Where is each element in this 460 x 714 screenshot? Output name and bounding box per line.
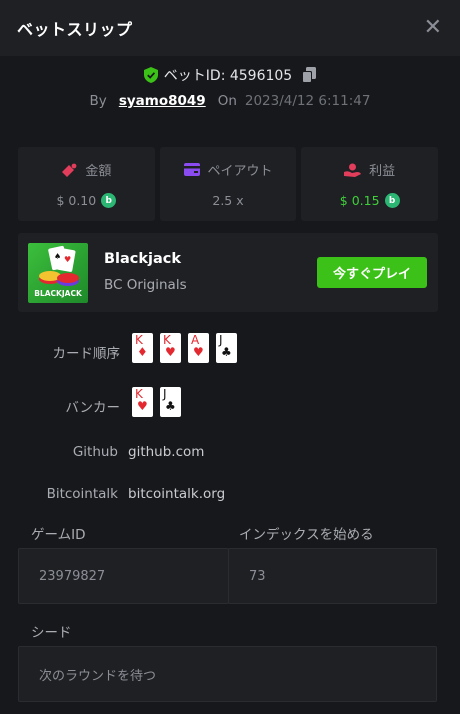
thumbnail-text: BLACKJACK (34, 289, 82, 298)
game-name[interactable]: Blackjack (104, 251, 181, 267)
modal-title: ベットスリップ (17, 20, 133, 39)
stat-amount-value: $ 0.10 (56, 193, 97, 208)
card-suit-icon: ♥ (193, 345, 204, 359)
playing-card: K ♥ (160, 333, 181, 363)
card-suit-icon: ♣ (221, 345, 232, 359)
card-suit-icon: ♥ (137, 399, 148, 413)
github-link[interactable]: github.com (128, 444, 204, 460)
verified-shield-icon (143, 67, 158, 83)
currency-coin-icon: b (384, 193, 400, 208)
stat-amount-value-row: $ 0.10 b (56, 193, 117, 208)
modal-header: ベットスリップ ✕ (0, 0, 460, 56)
bet-stats: 金額 $ 0.10 b ペイアウト 2.5 x 利益 $ 0.15 b (18, 147, 439, 221)
playing-card: J ♣ (216, 333, 237, 363)
username-link[interactable]: syamo8049 (119, 93, 206, 109)
stat-payout-value-row: 2.5 x (212, 193, 243, 208)
card-order-label: カード順序 (52, 346, 121, 362)
bitcointalk-link[interactable]: bitcointalk.org (128, 486, 225, 502)
seed-label: シード (31, 625, 72, 641)
stat-amount: 金額 $ 0.10 b (18, 147, 155, 221)
playing-card: K ♦ (132, 333, 153, 363)
stat-payout-label-row: ペイアウト (183, 160, 273, 179)
play-now-button[interactable]: 今すぐプレイ (317, 257, 427, 288)
bet-id-text: ベットID: 4596105 (163, 68, 293, 84)
close-icon[interactable]: ✕ (424, 17, 442, 39)
game-card: ♠ ♥ BLACKJACK Blackjack BC Originals 今すぐ… (18, 233, 438, 312)
stat-payout-value: 2.5 x (212, 193, 244, 208)
playing-card: A ♥ (188, 333, 209, 363)
game-id-label: ゲームID (31, 527, 86, 543)
stat-profit-value-row: $ 0.15 b (340, 193, 400, 208)
banker-cards: K ♥ J ♣ (132, 387, 181, 417)
game-provider: BC Originals (104, 277, 187, 293)
card-suit-icon: ♦ (137, 345, 148, 359)
card-suit-icon: ♥ (165, 345, 176, 359)
stat-profit-label: 利益 (369, 164, 396, 179)
game-id-field[interactable]: 23979827 (18, 548, 229, 604)
stat-profit-label-row: 利益 (344, 160, 395, 179)
start-index-label: インデックスを始める (239, 527, 374, 543)
stat-profit-value: $ 0.15 (339, 193, 380, 208)
bet-datetime: 2023/4/12 6:11:47 (244, 93, 371, 109)
card-icon (183, 163, 200, 176)
start-index-field[interactable]: 73 (228, 548, 437, 604)
bet-id-row: ベットID: 4596105 (0, 66, 460, 84)
playing-card: K ♥ (132, 387, 153, 417)
on-label: On (217, 93, 237, 109)
card-order-cards: K ♦ K ♥ A ♥ J ♣ (132, 333, 237, 363)
github-label: Github (72, 444, 118, 460)
stat-profit: 利益 $ 0.15 b (301, 147, 439, 221)
currency-coin-icon: b (101, 193, 117, 208)
banker-label: バンカー (65, 400, 120, 416)
bet-meta-row: By syamo8049 On 2023/4/12 6:11:47 (0, 92, 460, 110)
seed-field[interactable]: 次のラウンドを待つ (18, 646, 437, 702)
svg-text:♠: ♠ (54, 252, 61, 261)
card-suit-icon: ♣ (165, 399, 176, 413)
game-id-value: 23979827 (39, 568, 106, 584)
copy-icon[interactable] (302, 67, 317, 83)
seed-value: 次のラウンドを待つ (39, 668, 157, 684)
stat-amount-label: 金額 (85, 164, 112, 179)
bitcointalk-label: Bitcointalk (46, 486, 118, 502)
stat-payout-label: ペイアウト (207, 164, 273, 179)
stat-amount-label-row: 金額 (61, 160, 111, 179)
game-thumbnail[interactable]: ♠ ♥ BLACKJACK (28, 243, 88, 303)
profit-icon (344, 163, 362, 177)
by-label: By (89, 93, 107, 109)
svg-text:♥: ♥ (64, 255, 71, 264)
start-index-value: 73 (249, 568, 266, 584)
stat-payout: ペイアウト 2.5 x (159, 147, 297, 221)
playing-card: J ♣ (160, 387, 181, 417)
bet-amount-icon (62, 163, 77, 177)
